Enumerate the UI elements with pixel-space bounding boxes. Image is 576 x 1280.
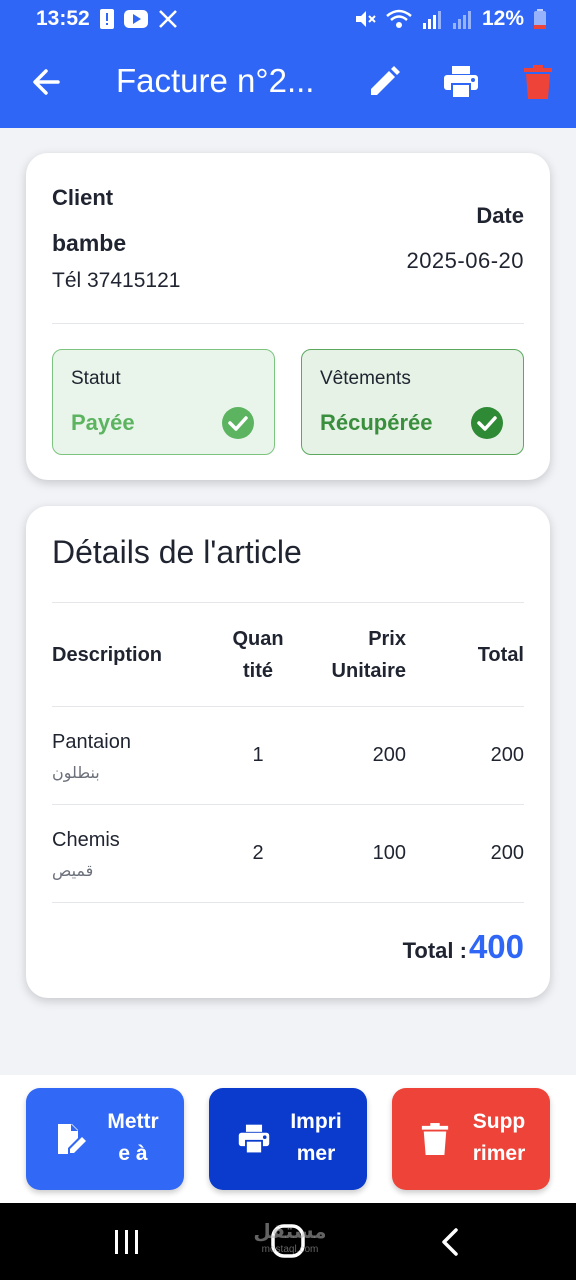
item-unit-price: 100 [372,842,406,864]
edit-document-icon [54,1122,88,1156]
youtube-icon [123,10,148,28]
header-quantity: Quan tité [232,628,284,682]
watermark-text: مستقل [253,1221,327,1243]
header-total: Total [477,644,524,666]
header-description: Description [52,644,163,666]
divider [52,602,524,603]
action-bar: Mettr e à Impri mer Supp rimer [0,1075,576,1203]
details-title: Détails de l'article [52,534,302,570]
back-nav-icon[interactable] [438,1227,462,1257]
grand-total-label: Total : [402,938,467,963]
watermark: مستقل mostaql.com [250,1219,330,1255]
article-details-card: Détails de l'article Description Quan ti… [26,506,550,998]
date-label: Date [476,203,524,228]
item-total: 200 [490,842,524,864]
table-row: Chemis قميص 2 100 200 [52,805,524,902]
payment-status-box: Statut Payée [52,349,275,455]
watermark-sub: mostaql.com [261,1244,319,1255]
item-name-arabic: بنطلون [52,765,100,782]
status-time: 13:52 [36,7,90,30]
delete-icon[interactable] [522,64,554,100]
item-name-arabic: قميص [52,863,94,880]
page-title: Facture n°2... [116,62,315,99]
alert-icon [99,9,114,29]
x-icon [158,9,178,29]
print-icon [237,1122,271,1156]
print-button[interactable]: Impri mer [209,1088,367,1190]
status-bar: 13:52 12% [0,0,576,38]
system-nav-bar: مستقل mostaql.com [0,1203,576,1280]
delete-button[interactable]: Supp rimer [392,1088,550,1190]
grand-total-value: 400 [468,928,524,965]
delete-button-label: Supp rimer [472,1110,526,1165]
print-button-label: Impri mer [290,1110,342,1165]
back-arrow-icon[interactable] [28,64,64,100]
client-card: Client bambe Tél 37415121 Date 2025-06-2… [26,153,550,480]
update-button-label: Mettr e à [107,1110,159,1165]
clothes-value: Récupérée [320,410,433,435]
trash-icon [420,1122,454,1156]
signal-icon [452,9,472,29]
print-icon[interactable] [442,64,480,100]
status-value: Payée [71,410,135,435]
wifi-icon [386,9,412,29]
check-circle-icon [222,407,254,439]
item-total: 200 [490,744,524,766]
battery-icon [534,9,546,29]
clothes-label: Vêtements [320,368,411,389]
mute-icon [354,9,376,29]
grand-total: Total : 400 [403,928,524,966]
recents-icon[interactable] [112,1229,142,1255]
item-name: Pantaion [52,731,131,753]
client-phone: Tél 37415121 [52,269,181,292]
status-label: Statut [71,368,121,389]
item-quantity: 1 [252,744,264,766]
divider [52,323,524,324]
update-button[interactable]: Mettr e à [26,1088,184,1190]
battery-level: 12% [481,7,524,30]
client-name: bambe [52,230,127,256]
table-row: Pantaion بنطلون 1 200 200 [52,707,524,804]
client-label: Client [52,185,114,210]
item-quantity: 2 [252,842,264,864]
header-unit-price: Prix Unitaire [331,628,406,682]
item-name: Chemis [52,829,120,851]
edit-icon[interactable] [366,64,402,100]
date-value: 2025-06-20 [406,248,524,273]
app-bar: Facture n°2... [0,38,576,128]
item-unit-price: 200 [372,744,406,766]
check-circle-icon [471,407,503,439]
divider [52,902,524,903]
clothes-status-box: Vêtements Récupérée [301,349,524,455]
signal-icon [422,9,442,29]
